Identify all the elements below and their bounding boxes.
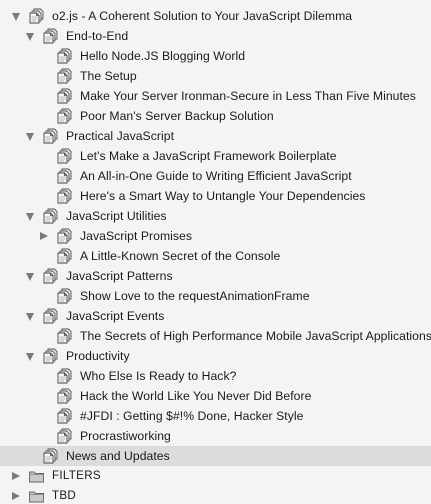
disclosure-triangle-open-icon[interactable] bbox=[26, 213, 34, 221]
stacked-document-icon bbox=[56, 188, 73, 204]
outline-row-javascript-promises[interactable]: JavaScript Promises bbox=[0, 226, 431, 246]
outline-row-label: Let's Make a JavaScript Framework Boiler… bbox=[80, 149, 337, 163]
stacked-document-icon bbox=[56, 388, 73, 404]
stacked-document-icon bbox=[56, 88, 73, 104]
outline-row-tbd[interactable]: TBD bbox=[0, 486, 431, 504]
outline-row-filters[interactable]: FILTERS bbox=[0, 466, 431, 486]
outline-row-poor-man-s-server-backup-solution[interactable]: Poor Man's Server Backup Solution bbox=[0, 106, 431, 126]
outline-row-the-setup[interactable]: The Setup bbox=[0, 66, 431, 86]
outline-row-here-s-a-smart-way-to-untangle-your-depe[interactable]: Here's a Smart Way to Untangle Your Depe… bbox=[0, 186, 431, 206]
disclosure-triangle-open-icon[interactable] bbox=[26, 353, 34, 361]
outline-row-label: The Secrets of High Performance Mobile J… bbox=[80, 329, 431, 343]
binder-outline: o2.js - A Coherent Solution to Your Java… bbox=[0, 0, 431, 504]
stacked-document-icon bbox=[56, 148, 73, 164]
stacked-document-icon bbox=[56, 428, 73, 444]
outline-row-javascript-events[interactable]: JavaScript Events bbox=[0, 306, 431, 326]
outline-row-news-and-updates[interactable]: News and Updates bbox=[0, 446, 431, 466]
outline-row-label: #JFDI : Getting $#!% Done, Hacker Style bbox=[80, 409, 304, 423]
stacked-document-icon bbox=[56, 168, 73, 184]
disclosure-triangle-open-icon[interactable] bbox=[12, 13, 20, 21]
outline-row-jfdi-getting-done-hacker-style[interactable]: #JFDI : Getting $#!% Done, Hacker Style bbox=[0, 406, 431, 426]
outline-row-end-to-end[interactable]: End-to-End bbox=[0, 26, 431, 46]
outline-row-label: Poor Man's Server Backup Solution bbox=[80, 109, 274, 123]
outline-row-label: Practical JavaScript bbox=[66, 129, 175, 143]
disclosure-triangle-open-icon[interactable] bbox=[26, 133, 34, 141]
stacked-document-icon bbox=[56, 408, 73, 424]
outline-row-hack-the-world-like-you-never-did-before[interactable]: Hack the World Like You Never Did Before bbox=[0, 386, 431, 406]
outline-row-productivity[interactable]: Productivity bbox=[0, 346, 431, 366]
stacked-document-icon bbox=[42, 268, 59, 284]
stacked-document-icon bbox=[56, 328, 73, 344]
outline-row-label: FILTERS bbox=[52, 469, 101, 482]
outline-row-the-secrets-of-high-performance-mobile-j[interactable]: The Secrets of High Performance Mobile J… bbox=[0, 326, 431, 346]
disclosure-triangle-open-icon[interactable] bbox=[26, 313, 34, 321]
disclosure-triangle-closed-icon[interactable] bbox=[12, 471, 20, 480]
outline-row-label: An All-in-One Guide to Writing Efficient… bbox=[80, 169, 352, 183]
stacked-document-icon bbox=[56, 108, 73, 124]
stacked-document-icon bbox=[42, 348, 59, 364]
outline-row-label: JavaScript Utilities bbox=[66, 209, 167, 223]
stacked-document-icon bbox=[56, 248, 73, 264]
outline-row-label: JavaScript Events bbox=[66, 309, 165, 323]
stacked-document-icon bbox=[56, 368, 73, 384]
outline-row-who-else-is-ready-to-hack[interactable]: Who Else Is Ready to Hack? bbox=[0, 366, 431, 386]
stacked-document-icon bbox=[42, 28, 59, 44]
stacked-document-icon bbox=[42, 128, 59, 144]
outline-row-label: TBD bbox=[52, 489, 77, 502]
outline-row-an-all-in-one-guide-to-writing-efficient[interactable]: An All-in-One Guide to Writing Efficient… bbox=[0, 166, 431, 186]
outline-row-label: Who Else Is Ready to Hack? bbox=[80, 369, 237, 383]
folder-icon bbox=[28, 468, 45, 484]
outline-row-label: News and Updates bbox=[66, 449, 170, 463]
outline-row-label: Show Love to the requestAnimationFrame bbox=[80, 289, 310, 303]
stacked-document-icon bbox=[28, 8, 45, 24]
outline-row-let-s-make-a-javascript-framework-boiler[interactable]: Let's Make a JavaScript Framework Boiler… bbox=[0, 146, 431, 166]
outline-row-javascript-patterns[interactable]: JavaScript Patterns bbox=[0, 266, 431, 286]
outline-row-label: Hack the World Like You Never Did Before bbox=[80, 389, 312, 403]
outline-row-javascript-utilities[interactable]: JavaScript Utilities bbox=[0, 206, 431, 226]
outline-row-label: o2.js - A Coherent Solution to Your Java… bbox=[52, 9, 353, 23]
outline-row-show-love-to-the-requestanimationframe[interactable]: Show Love to the requestAnimationFrame bbox=[0, 286, 431, 306]
outline-row-practical-javascript[interactable]: Practical JavaScript bbox=[0, 126, 431, 146]
disclosure-triangle-closed-icon[interactable] bbox=[12, 491, 20, 500]
outline-row-hello-node-js-blogging-world[interactable]: Hello Node.JS Blogging World bbox=[0, 46, 431, 66]
outline-row-procrastiworking[interactable]: Procrastiworking bbox=[0, 426, 431, 446]
outline-row-label: Hello Node.JS Blogging World bbox=[80, 49, 246, 63]
stacked-document-icon bbox=[56, 228, 73, 244]
outline-row-label: Productivity bbox=[66, 349, 130, 363]
folder-icon bbox=[28, 488, 45, 504]
outline-row-label: Here's a Smart Way to Untangle Your Depe… bbox=[80, 189, 366, 203]
disclosure-triangle-open-icon[interactable] bbox=[26, 273, 34, 281]
outline-row-label: JavaScript Patterns bbox=[66, 269, 173, 283]
stacked-document-icon bbox=[42, 208, 59, 224]
outline-row-label: Make Your Server Ironman-Secure in Less … bbox=[80, 89, 416, 103]
stacked-document-icon bbox=[56, 48, 73, 64]
stacked-document-icon bbox=[56, 288, 73, 304]
outline-row-make-your-server-ironman-secure-in-less-[interactable]: Make Your Server Ironman-Secure in Less … bbox=[0, 86, 431, 106]
outline-row-a-little-known-secret-of-the-console[interactable]: A Little-Known Secret of the Console bbox=[0, 246, 431, 266]
disclosure-triangle-closed-icon[interactable] bbox=[40, 231, 48, 240]
stacked-document-icon bbox=[56, 68, 73, 84]
outline-row-label: End-to-End bbox=[66, 29, 129, 43]
outline-row-label: The Setup bbox=[80, 69, 137, 83]
outline-row-o2-js-a-coherent-solution-to-your-javasc[interactable]: o2.js - A Coherent Solution to Your Java… bbox=[0, 6, 431, 26]
outline-row-label: Procrastiworking bbox=[80, 429, 171, 443]
stacked-document-icon bbox=[42, 448, 59, 464]
disclosure-triangle-open-icon[interactable] bbox=[26, 33, 34, 41]
outline-row-label: A Little-Known Secret of the Console bbox=[80, 249, 281, 263]
outline-row-label: JavaScript Promises bbox=[80, 229, 193, 243]
stacked-document-icon bbox=[42, 308, 59, 324]
